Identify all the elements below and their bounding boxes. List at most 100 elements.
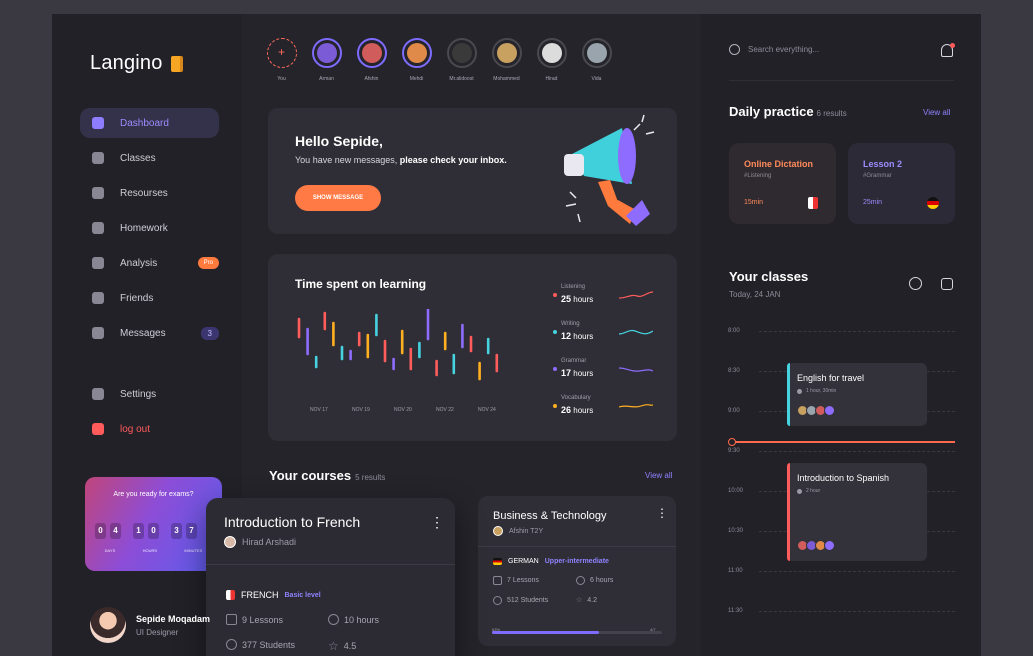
sidebar-item-homework[interactable]: Homework xyxy=(80,213,219,243)
legend-dot xyxy=(553,404,557,408)
sidebar-item-label: Homework xyxy=(120,222,168,234)
daily-practice-count: 6 results xyxy=(816,109,847,118)
avatar xyxy=(493,526,503,536)
countdown-digit: 7 xyxy=(186,523,197,539)
time-gridline xyxy=(759,331,955,332)
course-students: 512 Students xyxy=(493,596,548,605)
story-add[interactable]: + You xyxy=(266,38,297,82)
progress-fill xyxy=(492,631,600,634)
story-item[interactable]: Vida xyxy=(581,38,612,82)
pro-badge: Pro xyxy=(197,257,219,269)
course-level: Upper-intermediate xyxy=(544,558,609,565)
practice-card-lesson2[interactable]: Lesson 2 #Grammar 25min xyxy=(848,143,955,224)
search-bar[interactable]: Search everything... xyxy=(729,44,819,55)
more-options-icon[interactable]: ⋮ xyxy=(430,514,444,531)
story-item[interactable]: Afshin xyxy=(356,38,387,82)
class-event-spanish[interactable]: Introduction to Spanish 2 hour xyxy=(787,463,927,561)
current-time-dot xyxy=(728,438,736,446)
lessons-count: 7 Lessons xyxy=(507,577,539,584)
practice-time: 25min xyxy=(863,199,883,206)
sidebar-item-label: Messages xyxy=(120,327,166,339)
students-count: 512 Students xyxy=(507,597,549,604)
home-icon xyxy=(92,222,104,234)
show-message-button[interactable]: SHOW MESSAGE xyxy=(295,185,381,211)
avatar xyxy=(446,38,477,68)
sidebar-item-label: Resourses xyxy=(120,187,168,199)
daily-view-all-link[interactable]: View all xyxy=(923,108,950,117)
time-spent-chart: NOV 17 NOV 19 NOV 20 NOV 22 NOV 24 xyxy=(297,309,499,413)
search-icon[interactable] xyxy=(909,277,922,290)
user-name: Sepide Moqadam xyxy=(136,613,211,624)
story-name: You xyxy=(277,76,286,82)
course-card-french[interactable]: Introduction to French Hirad Arshadi ⋮ F… xyxy=(206,498,455,656)
countdown-unit: MINUTES xyxy=(184,548,203,553)
avatar xyxy=(491,38,522,68)
avatar xyxy=(824,540,835,551)
star-icon: ☆ xyxy=(576,597,583,604)
course-author-name: Afshin T2Y xyxy=(509,527,544,535)
user-profile[interactable]: Sepide Moqadam UI Designer xyxy=(90,607,210,643)
course-card-business[interactable]: Business & Technology Afshin T2Y ⋮ GERMA… xyxy=(478,496,676,646)
countdown-digit: 4 xyxy=(110,523,121,539)
sidebar-item-analysis[interactable]: Analysis Pro xyxy=(80,248,219,278)
course-lessons: 7 Lessons xyxy=(493,576,539,585)
avatar xyxy=(356,38,387,68)
bell-icon[interactable] xyxy=(941,43,955,57)
event-duration-text: 2 hour xyxy=(806,488,821,494)
sidebar-item-dashboard[interactable]: Dashboard xyxy=(80,108,219,138)
logout-button[interactable]: log out xyxy=(80,414,219,444)
sidebar-item-settings[interactable]: Settings xyxy=(80,379,219,409)
story-item[interactable]: Arman xyxy=(311,38,342,82)
countdown-digit: 0 xyxy=(148,523,159,539)
class-event-english[interactable]: English for travel 1 hour, 30min xyxy=(787,363,927,426)
clock-icon xyxy=(797,488,802,494)
exam-countdown-card[interactable]: Are you ready for exams? 0 4 1 0 3 7 DAY… xyxy=(85,477,222,571)
megaphone-illustration xyxy=(564,114,655,226)
story-item[interactable]: Mohammed xyxy=(491,38,522,82)
app-window: Langino Dashboard Classes Resourses Home… xyxy=(52,14,981,656)
courses-view-all-link[interactable]: View all xyxy=(645,471,672,480)
sidebar-item-label: Friends xyxy=(120,292,154,304)
course-hours: 6 hours xyxy=(576,576,613,585)
time-spent-card: Time spent on learning NOV 17 NOV 19 NOV 2… xyxy=(268,254,677,441)
more-options-icon[interactable]: ⋮ xyxy=(656,506,668,520)
x-tick-label: NOV 17 xyxy=(310,407,328,413)
avatar xyxy=(581,38,612,68)
avatar xyxy=(224,536,236,548)
time-gridline xyxy=(759,571,955,572)
messages-count-badge: 3 xyxy=(200,326,219,340)
sparkline xyxy=(619,329,653,335)
book-icon xyxy=(170,55,183,72)
sidebar-item-friends[interactable]: Friends xyxy=(80,283,219,313)
sidebar-item-resources[interactable]: Resourses xyxy=(80,178,219,208)
calendar-icon[interactable] xyxy=(941,278,953,290)
story-item[interactable]: Hirad xyxy=(536,38,567,82)
legend-value: 12 hours xyxy=(561,331,593,341)
your-classes-title: Your classes xyxy=(729,269,809,284)
time-label: 11:30 xyxy=(728,608,743,614)
practice-card-dictation[interactable]: Online Dictation #Listening 15min xyxy=(729,143,836,224)
sidebar-item-messages[interactable]: Messages 3 xyxy=(80,318,219,348)
sidebar-item-classes[interactable]: Classes xyxy=(80,143,219,173)
grid-icon xyxy=(92,152,104,164)
greeting-title: Hello Sepide, xyxy=(295,133,383,149)
legend-item-writing: Writing 12 hours xyxy=(553,321,658,358)
search-input[interactable]: Search everything... xyxy=(748,45,819,54)
legend-dot xyxy=(553,330,557,334)
right-panel: Search everything... Daily practice 6 res… xyxy=(701,14,981,656)
countdown-unit: HOURS xyxy=(142,548,158,553)
course-lessons: 9 Lessons xyxy=(226,614,283,625)
story-item[interactable]: Mehdi xyxy=(401,38,432,82)
course-title: Business & Technology xyxy=(493,510,607,522)
countdown-digit: 1 xyxy=(133,523,144,539)
event-title: Introduction to Spanish xyxy=(797,473,890,483)
story-item[interactable]: Mr.alidoost xyxy=(446,38,477,82)
folder-icon xyxy=(92,187,104,199)
sparkline xyxy=(619,291,653,299)
event-attendees xyxy=(797,540,835,551)
legend-dot xyxy=(553,293,557,297)
app-logo[interactable]: Langino xyxy=(90,52,183,75)
legend-item-listening: Listening 25 hours xyxy=(553,284,658,321)
story-name: Vida xyxy=(591,76,602,82)
search-icon xyxy=(729,44,740,55)
